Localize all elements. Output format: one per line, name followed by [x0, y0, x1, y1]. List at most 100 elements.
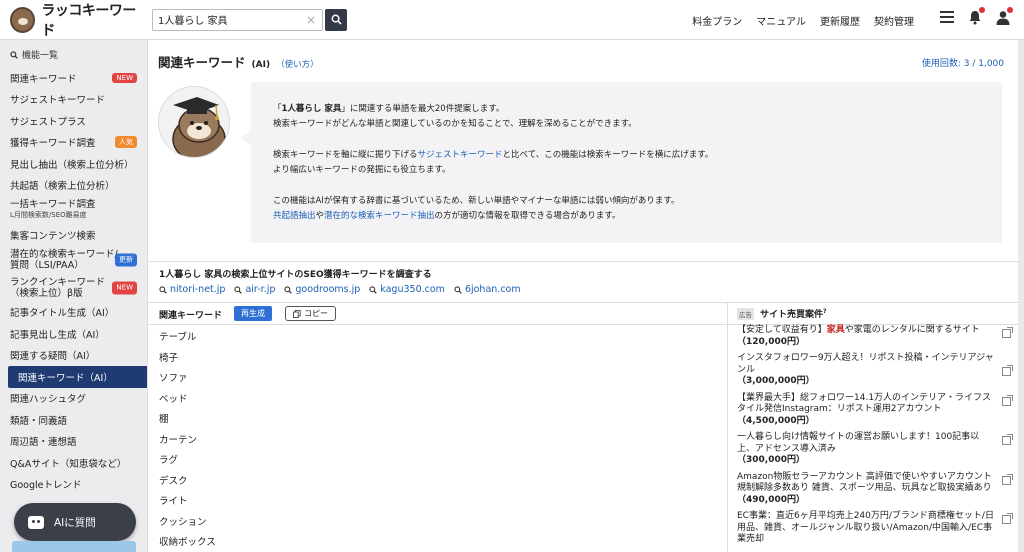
- keyword-item[interactable]: ソファ: [159, 367, 719, 388]
- keyword-item[interactable]: ラグ: [159, 449, 719, 470]
- sidebar-item-bulk-research[interactable]: 一括キーワード調査 L月間検索数/SEO難易度: [0, 196, 147, 224]
- sidebar-item-suggest-plus[interactable]: サジェストプラス: [0, 110, 147, 132]
- keyword-item[interactable]: 収納ボックス: [159, 531, 719, 552]
- site-sales-list: 【安定して収益有り】家具や家電のレンタルに関するサイト （120,000円） イ…: [737, 325, 1013, 551]
- sidebar-item-cooccurrence[interactable]: 共起語（検索上位分析）: [0, 175, 147, 197]
- regenerate-button[interactable]: 再生成: [234, 306, 272, 321]
- keyword-item[interactable]: カーテン: [159, 429, 719, 450]
- how-to-use-link[interactable]: （使い方）: [276, 58, 319, 70]
- otter-mascot-icon: [158, 86, 230, 158]
- sidebar-item-google-trends[interactable]: Googleトレンド: [0, 474, 147, 496]
- sidebar-item-label: 関連する疑問（AI）: [10, 351, 96, 363]
- notification-bell-icon[interactable]: [968, 7, 985, 25]
- logo-text: ラッコキーワード: [41, 2, 136, 39]
- sale-title: 【業界最大手】総フォロワー14.1万人のインテリア・ライフスタイル発信Insta…: [737, 392, 992, 415]
- site-sale-item[interactable]: 一人暮らし向け情報サイトの運営お願いします！100記事以上、アドセンス導入済み …: [737, 432, 1013, 467]
- site-sale-item[interactable]: インスタフォロワー9万人超え！リポスト投稿・インテリアジャンル （3,000,0…: [737, 353, 1013, 388]
- search-icon: [284, 285, 293, 294]
- sale-title: 【安定して収益有り】: [737, 325, 827, 335]
- sidebar-item-acquired-keywords[interactable]: 獲得キーワード調査 人気: [0, 132, 147, 154]
- site-link[interactable]: air-r.jp: [234, 284, 275, 295]
- sale-highlight: 家具: [826, 325, 845, 335]
- menu-icon[interactable]: [940, 11, 954, 23]
- sidebar-item-title-gen[interactable]: 記事タイトル生成（AI）: [0, 302, 147, 324]
- nav-contract[interactable]: 契約管理: [874, 13, 914, 28]
- desc-text: の方が適切な情報を取得できる場合があります。: [434, 211, 621, 221]
- site-link-label: air-r.jp: [245, 284, 276, 295]
- ask-ai-button[interactable]: AIに質問: [14, 503, 136, 541]
- site-link[interactable]: goodrooms.jp: [284, 284, 360, 295]
- sale-price: （3,000,000円）: [737, 376, 815, 386]
- sidebar-item-label: 周辺語・連想語: [10, 437, 77, 449]
- sidebar-item-related-questions[interactable]: 関連する疑問（AI）: [0, 345, 147, 367]
- keyword-item[interactable]: ベッド: [159, 388, 719, 409]
- keyword-item[interactable]: 椅子: [159, 347, 719, 368]
- sidebar-item-label: 記事見出し生成（AI）: [10, 329, 105, 341]
- top-header: ラッコキーワード × 料金プラン マニュアル 更新履歴 契約管理: [0, 0, 1024, 40]
- site-sale-item[interactable]: EC事業：直近6ヶ月平均売上240万円/ブランド商標権セット/日用品、雑貨、オー…: [737, 511, 1013, 546]
- search-input[interactable]: [153, 9, 303, 30]
- copy-icon: [293, 309, 301, 318]
- clear-search-icon[interactable]: ×: [303, 13, 319, 27]
- sidebar-item-associations[interactable]: 周辺語・連想語: [0, 431, 147, 453]
- account-alert-dot: [1007, 7, 1013, 13]
- desc-text: 検索キーワードを軸に縦に掘り下げる: [273, 150, 418, 160]
- nav-manual[interactable]: マニュアル: [756, 13, 806, 28]
- usage-count[interactable]: 使用回数: 3 / 1,000: [922, 56, 1004, 69]
- user-account-icon[interactable]: [996, 7, 1013, 25]
- sidebar-item-related-keywords[interactable]: 関連キーワード NEW: [0, 67, 147, 89]
- site-link[interactable]: 6johan.com: [454, 284, 521, 295]
- keyword-item[interactable]: 棚: [159, 408, 719, 429]
- sidebar-item-headings[interactable]: 見出し抽出（検索上位分析）: [0, 153, 147, 175]
- external-link-icon: [1002, 365, 1013, 376]
- sidebar-item-content-search[interactable]: 集客コンテンツ検索: [0, 224, 147, 246]
- sidebar-item-sublabel: 質問（LSI/PAA）: [10, 259, 84, 271]
- sidebar-heading-text: 機能一覧: [22, 51, 59, 61]
- site-link[interactable]: kagu350.com: [369, 284, 445, 295]
- sidebar-item-label: 一括キーワード調査: [10, 199, 96, 210]
- sidebar-banner[interactable]: [12, 541, 136, 552]
- keyword-item[interactable]: テーブル: [159, 326, 719, 347]
- header-nav: 料金プラン マニュアル 更新履歴 契約管理: [692, 0, 914, 40]
- site-sale-item[interactable]: Amazon物販セラーアカウント 高評価で使いやすいアカウント 規制解除多数あり…: [737, 472, 1013, 507]
- keywords-heading: 関連キーワード: [159, 311, 223, 321]
- updated-badge: 更新: [115, 253, 137, 266]
- sidebar-item-qa-sites[interactable]: Q&Aサイト（知恵袋など）: [0, 452, 147, 474]
- site-links: nitori-net.jp air-r.jp goodrooms.jp kagu…: [159, 284, 521, 295]
- sidebar-item-sublabel: （検索上位）β版: [10, 287, 83, 299]
- nav-pricing[interactable]: 料金プラン: [692, 13, 742, 28]
- sidebar-item-suggest[interactable]: サジェストキーワード: [0, 89, 147, 111]
- ad-label: 広告: [737, 308, 754, 320]
- sidebar-item-synonyms[interactable]: 類語・同義語: [0, 409, 147, 431]
- latent-keywords-link[interactable]: 潜在的な検索キーワード抽出: [324, 211, 435, 221]
- sidebar-item-hashtags[interactable]: 関連ハッシュタグ: [0, 388, 147, 410]
- suggest-keywords-link[interactable]: サジェストキーワード: [418, 150, 503, 160]
- desc-text: や: [315, 211, 325, 221]
- search-button[interactable]: [325, 8, 347, 31]
- site-sale-item[interactable]: 【業界最大手】総フォロワー14.1万人のインテリア・ライフスタイル発信Insta…: [737, 393, 1013, 428]
- keyword-item[interactable]: クッション: [159, 511, 719, 532]
- cooccurrence-link[interactable]: 共起語抽出: [273, 211, 316, 221]
- site-link[interactable]: nitori-net.jp: [159, 284, 225, 295]
- sidebar-item-label: 共起語（検索上位分析）: [10, 181, 115, 193]
- desc-text: と比べて、この機能は検索キーワードを横に広げます。: [502, 150, 714, 160]
- column-divider: [727, 303, 728, 552]
- app-logo[interactable]: ラッコキーワード: [10, 0, 146, 40]
- site-sale-item[interactable]: 【安定して収益有り】家具や家電のレンタルに関するサイト （120,000円）: [737, 325, 1013, 348]
- keyword-item[interactable]: ライト: [159, 490, 719, 511]
- main-panel: 関連キーワード (AI) （使い方） 使用回数: 3 / 1,000 「1人暮ら…: [147, 40, 1019, 552]
- sidebar-item-label: Q&Aサイト（知恵袋など）: [10, 458, 127, 470]
- sidebar-item-latent-keywords[interactable]: 潜在的な検索キーワード/ 質問（LSI/PAA） 更新: [0, 246, 147, 274]
- sidebar-item-related-keywords-ai[interactable]: 関連キーワード（AI）: [8, 366, 147, 388]
- otter-logo-icon: [10, 6, 36, 33]
- nav-changelog[interactable]: 更新履歴: [820, 13, 860, 28]
- sidebar-item-rankin-keywords[interactable]: ランクインキーワード （検索上位）β版 NEW: [0, 274, 147, 302]
- help-icon[interactable]: ?: [823, 308, 826, 315]
- keyword-item[interactable]: デスク: [159, 470, 719, 491]
- site-link-label: kagu350.com: [380, 284, 445, 295]
- sale-title: Amazon物販セラーアカウント 高評価で使いやすいアカウント 規制解除多数あり…: [737, 471, 992, 494]
- copy-button[interactable]: コピー: [285, 306, 336, 321]
- search-icon: [234, 285, 243, 294]
- sidebar-item-heading-gen[interactable]: 記事見出し生成（AI）: [0, 323, 147, 345]
- sidebar-item-label: 集客コンテンツ検索: [10, 230, 96, 242]
